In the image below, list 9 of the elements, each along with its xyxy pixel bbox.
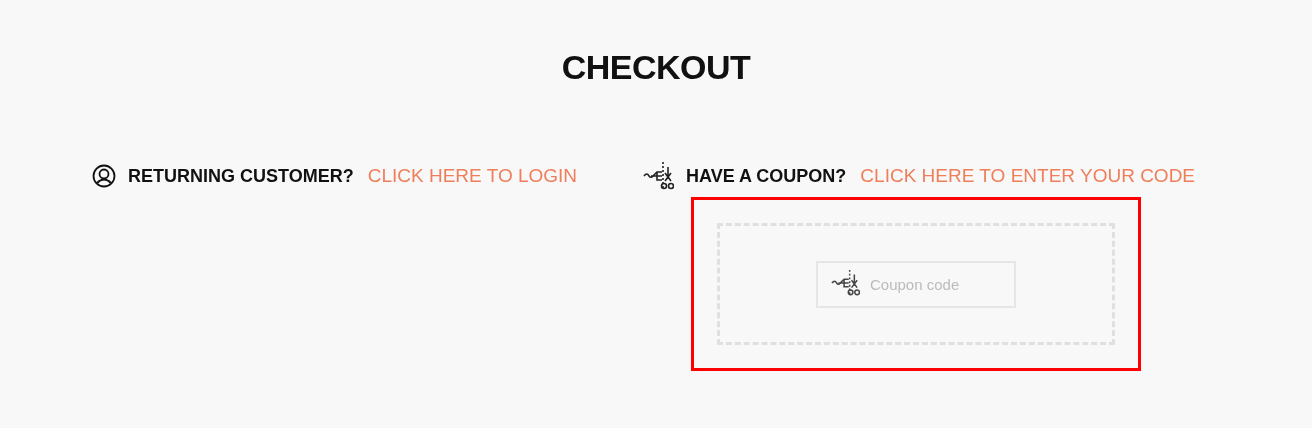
scissors-icon xyxy=(830,268,860,297)
coupon-code-field[interactable]: Coupon code xyxy=(816,260,1016,308)
coupon-label: HAVE A COUPON? xyxy=(686,165,847,187)
login-link[interactable]: CLICK HERE TO LOGIN xyxy=(367,165,578,187)
enter-code-link[interactable]: CLICK HERE TO ENTER YOUR CODE xyxy=(860,165,1196,187)
returning-customer-label: RETURNING CUSTOMER? xyxy=(128,165,354,187)
coupon-scissors-icon xyxy=(642,161,674,191)
page-title: CHECKOUT xyxy=(560,47,752,87)
user-icon xyxy=(92,164,116,188)
